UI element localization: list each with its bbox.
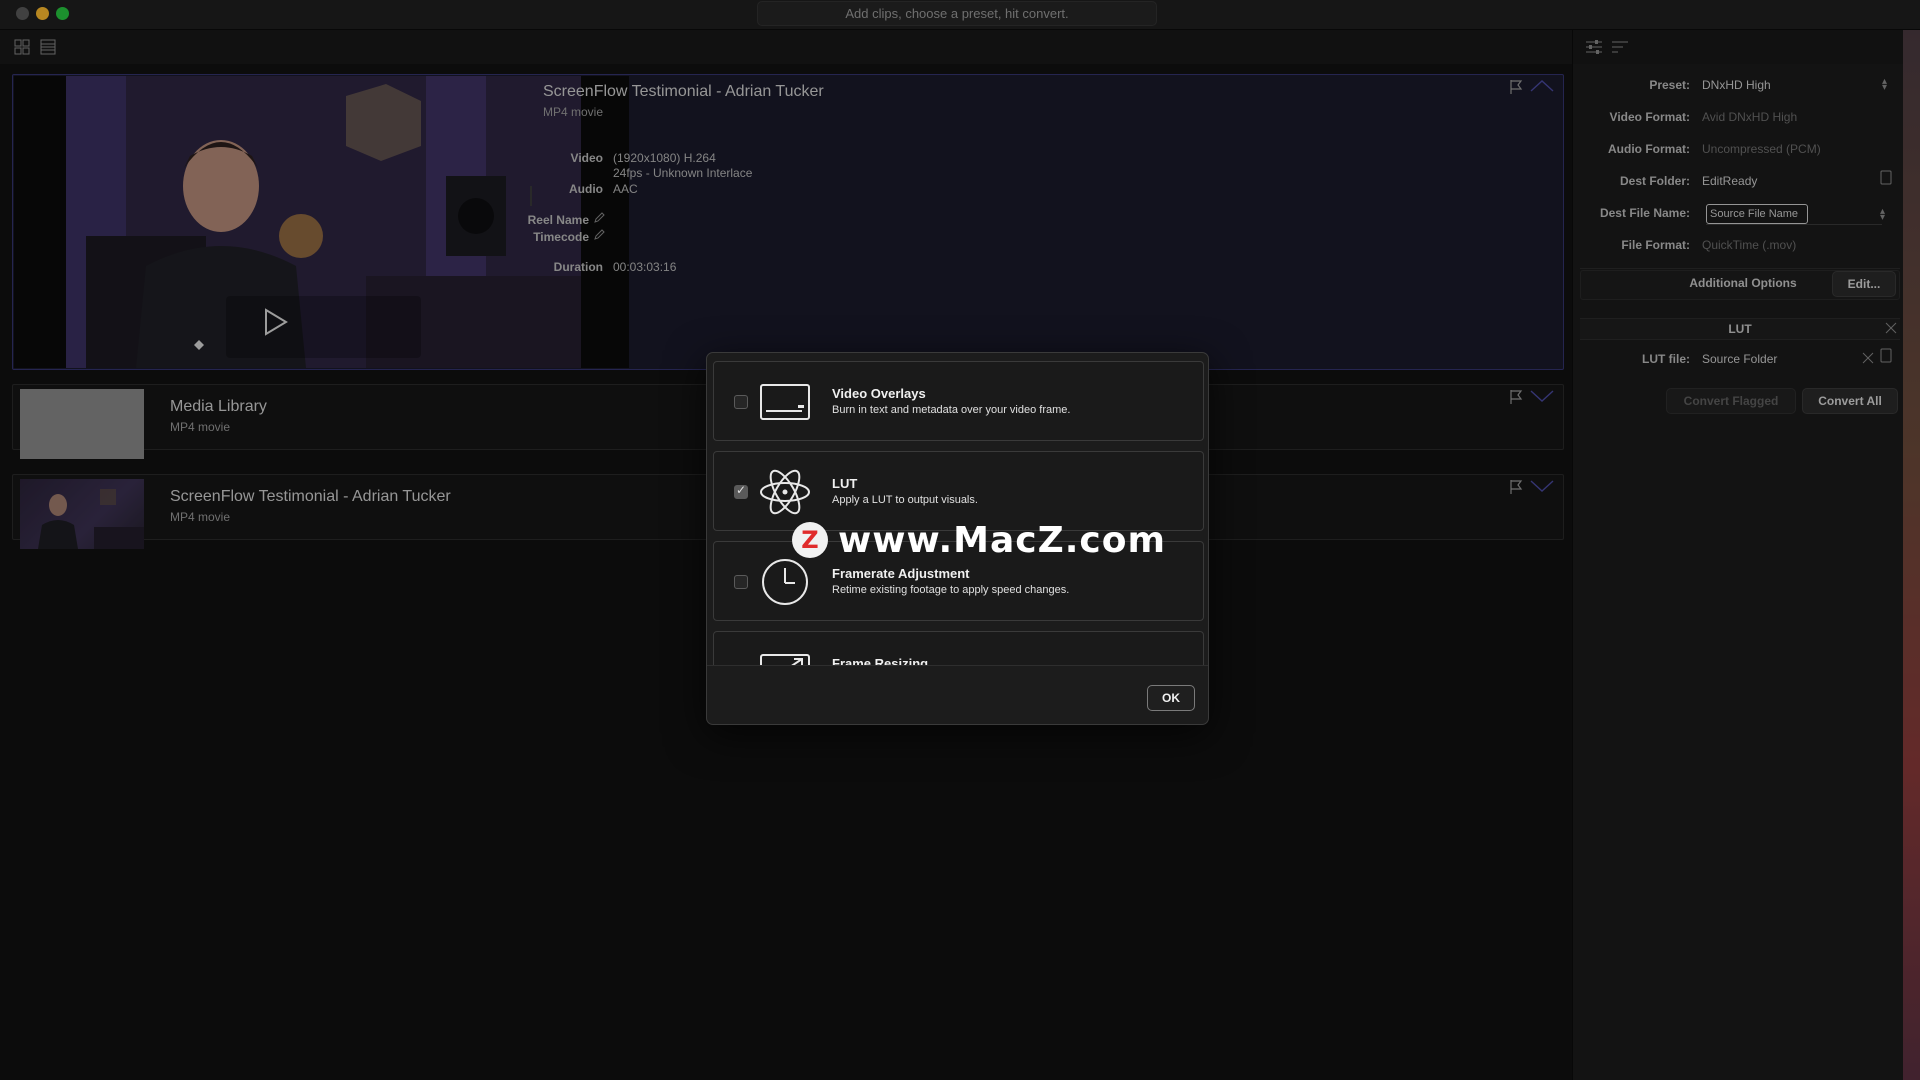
option-description: Apply a LUT to output visuals. bbox=[832, 494, 978, 506]
atom-icon bbox=[760, 469, 810, 515]
frame-resizing-checkbox[interactable] bbox=[734, 665, 748, 666]
watermark-logo: Z bbox=[792, 522, 828, 558]
lut-checkbox[interactable] bbox=[734, 483, 748, 499]
option-title: LUT bbox=[832, 476, 858, 491]
ok-button[interactable]: OK bbox=[1147, 685, 1195, 711]
option-video-overlays[interactable]: Video Overlays Burn in text and metadata… bbox=[713, 361, 1204, 441]
option-title: Frame Resizing bbox=[832, 656, 929, 666]
video-overlays-checkbox[interactable] bbox=[734, 395, 748, 409]
watermark: Z www.MacZ.com bbox=[792, 518, 1166, 562]
option-description: Retime existing footage to apply speed c… bbox=[832, 584, 1070, 596]
option-frame-resizing[interactable]: Frame Resizing bbox=[713, 631, 1204, 666]
option-description: Burn in text and metadata over your vide… bbox=[832, 404, 1071, 416]
option-title: Framerate Adjustment bbox=[832, 566, 970, 581]
options-scroll-area[interactable]: Video Overlays Burn in text and metadata… bbox=[707, 353, 1208, 666]
resize-icon bbox=[760, 654, 810, 665]
option-title: Video Overlays bbox=[832, 386, 926, 401]
watermark-text: www.MacZ.com bbox=[838, 519, 1166, 561]
clock-icon bbox=[762, 559, 808, 605]
overlay-icon bbox=[760, 384, 810, 420]
framerate-checkbox[interactable] bbox=[734, 575, 748, 589]
